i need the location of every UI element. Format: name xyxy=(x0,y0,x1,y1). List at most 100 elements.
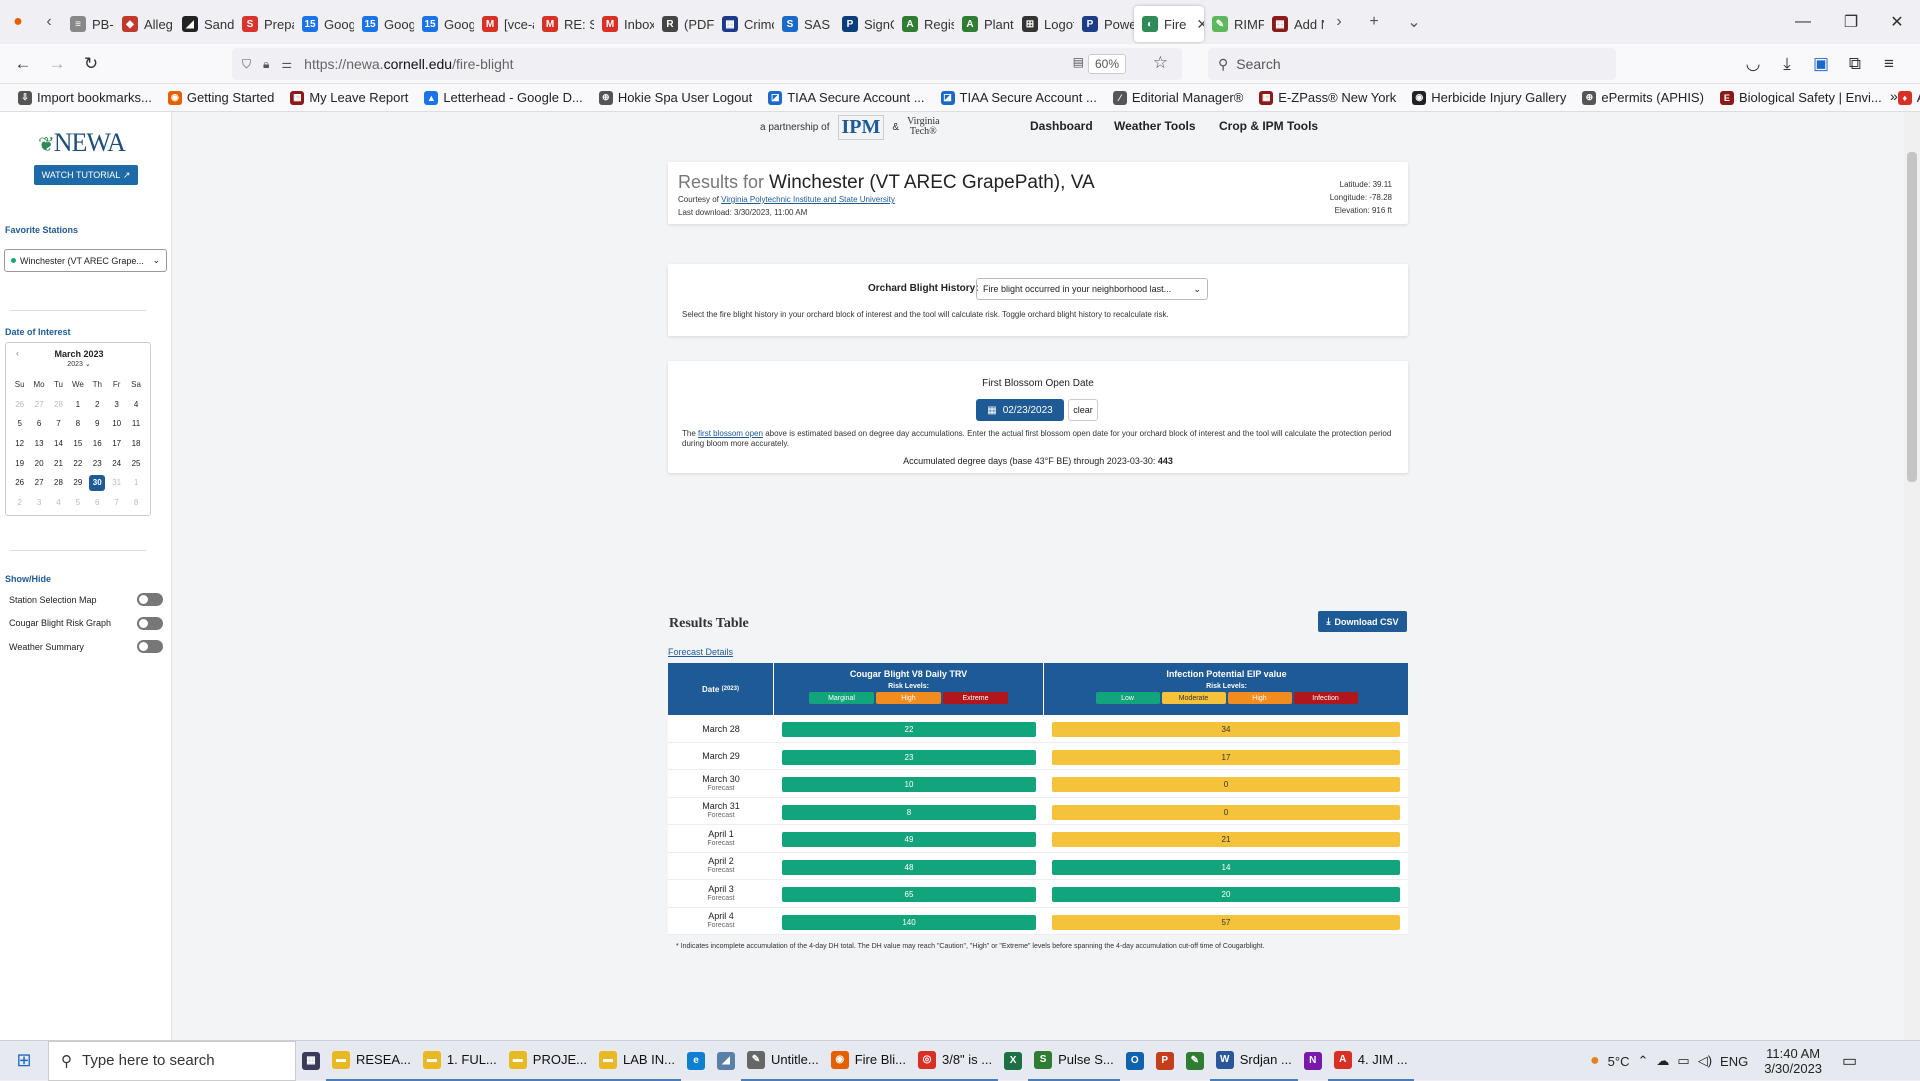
taskbar-app[interactable]: ▬ LAB IN... xyxy=(592,1041,681,1081)
bookmark-item[interactable]: ◪ TIAA Secure Account ... xyxy=(933,90,1105,105)
calendar-day[interactable]: 6 xyxy=(29,419,48,428)
calendar-day[interactable]: 22 xyxy=(68,459,87,468)
taskbar-app[interactable]: ◎ 3/8" is ... xyxy=(911,1041,999,1081)
firefox-menu-icon[interactable]: ● xyxy=(0,0,36,44)
screenshot-icon[interactable]: ▣ xyxy=(1804,48,1838,80)
browser-tab[interactable]: M Inbox xyxy=(594,6,654,42)
calendar-day[interactable]: 4 xyxy=(49,498,68,507)
calendar-day[interactable]: 16 xyxy=(88,439,107,448)
tab-scroll-right-icon[interactable]: › xyxy=(1324,0,1354,44)
nav-weather-tools[interactable]: Weather Tools xyxy=(1114,119,1196,133)
toggle-switch[interactable] xyxy=(137,616,163,630)
volume-icon[interactable]: ◁) xyxy=(1698,1053,1712,1069)
calendar-day[interactable]: 4 xyxy=(126,400,145,409)
browser-tab[interactable]: S SAS O xyxy=(774,6,834,42)
browser-tab[interactable]: ≡ PB- xyxy=(62,6,114,42)
taskbar-app[interactable]: X xyxy=(998,1041,1028,1081)
watch-tutorial-button[interactable]: WATCH TUTORIAL ↗ xyxy=(34,165,138,185)
calendar-day[interactable]: 23 xyxy=(88,459,107,468)
browser-tab[interactable]: ◢ Sandb xyxy=(174,6,234,42)
bookmark-star-icon[interactable]: ☆ xyxy=(1153,53,1168,73)
newa-logo[interactable]: ❦NEWA xyxy=(38,128,126,158)
bookmark-item[interactable]: ◉ Getting Started xyxy=(160,90,282,105)
browser-tab[interactable]: P Power xyxy=(1074,6,1134,42)
network-icon[interactable]: ▭ xyxy=(1677,1053,1689,1069)
calendar-day[interactable]: 8 xyxy=(68,419,87,428)
download-csv-button[interactable]: ⤓ Download CSV xyxy=(1318,611,1407,632)
first-blossom-open-link[interactable]: first blossom open xyxy=(698,429,763,438)
close-tab-icon[interactable]: ✕ xyxy=(1196,16,1204,33)
calendar-day[interactable]: 11 xyxy=(126,419,145,428)
calendar-day[interactable]: 30 xyxy=(88,474,107,491)
taskbar-app[interactable]: W Srdjan ... xyxy=(1209,1041,1298,1081)
calendar-day[interactable]: 15 xyxy=(68,439,87,448)
calendar-day[interactable]: 27 xyxy=(29,478,48,487)
calendar-day[interactable]: 3 xyxy=(29,498,48,507)
toggle-switch[interactable] xyxy=(137,640,163,653)
calendar-day[interactable]: 7 xyxy=(49,419,68,428)
reload-icon[interactable]: ↻ xyxy=(74,48,108,80)
taskbar-app[interactable]: ✎ Untitle... xyxy=(741,1041,825,1081)
calendar-day[interactable]: 5 xyxy=(68,498,87,507)
calendar-day[interactable]: 10 xyxy=(107,419,126,428)
downloads-icon[interactable]: ⤓ xyxy=(1770,48,1804,80)
browser-tab[interactable]: 15 Goog xyxy=(294,6,354,42)
browser-tab[interactable]: ◐ Fire ✕ xyxy=(1134,6,1204,42)
calendar-day[interactable]: 2 xyxy=(10,498,29,507)
back-icon[interactable]: ← xyxy=(6,48,40,80)
calendar-day[interactable]: 6 xyxy=(88,498,107,507)
virginia-tech-logo[interactable]: Virginia Tech® xyxy=(907,117,940,137)
zoom-level-badge[interactable]: 60% xyxy=(1087,54,1126,74)
clear-date-button[interactable]: clear xyxy=(1068,399,1098,421)
scrollbar-thumb[interactable] xyxy=(1907,152,1917,482)
calendar-day[interactable]: 28 xyxy=(49,400,68,409)
calendar-day[interactable]: 29 xyxy=(68,478,87,487)
calendar-year-select[interactable]: 2023 ⌄ xyxy=(6,360,152,368)
bookmark-item[interactable]: ⊕ ePermits (APHIS) xyxy=(1574,90,1712,105)
calendar-day[interactable]: 8 xyxy=(126,498,145,507)
orchard-history-select[interactable]: Fire blight occurred in your neighborhoo… xyxy=(976,278,1208,300)
calendar-day[interactable]: 2 xyxy=(88,400,107,409)
language-indicator[interactable]: ENG xyxy=(1720,1054,1748,1069)
taskbar-app[interactable]: A 4. JIM ... xyxy=(1327,1041,1414,1081)
bookmark-item[interactable]: ⁄ Editorial Manager® xyxy=(1105,90,1251,105)
toggle-switch[interactable] xyxy=(137,593,163,606)
calendar-day[interactable]: 9 xyxy=(88,419,107,428)
taskbar-app[interactable]: ▬ 1. FUL... xyxy=(416,1041,503,1081)
weather-temperature[interactable]: 5°C xyxy=(1608,1054,1630,1069)
taskbar-search-input[interactable]: ⚲ Type here to search xyxy=(48,1040,296,1081)
courtesy-link[interactable]: Virginia Polytechnic Institute and State… xyxy=(721,195,895,204)
browser-tab[interactable]: S Prepa xyxy=(234,6,294,42)
calendar-day[interactable]: 28 xyxy=(49,478,68,487)
calendar-day[interactable]: 18 xyxy=(126,439,145,448)
calendar-day[interactable]: 12 xyxy=(10,439,29,448)
calendar-day[interactable]: 7 xyxy=(107,498,126,507)
bookmark-item[interactable]: E Biological Safety | Envi... xyxy=(1712,90,1890,105)
list-tabs-icon[interactable]: ⌄ xyxy=(1394,0,1434,44)
extensions-icon[interactable]: ⧉ xyxy=(1838,48,1872,80)
taskbar-app[interactable]: S Pulse S... xyxy=(1028,1041,1120,1081)
taskbar-app[interactable]: e xyxy=(681,1041,711,1081)
nav-crop-ipm-tools[interactable]: Crop & IPM Tools xyxy=(1219,119,1318,133)
calendar-day[interactable]: 17 xyxy=(107,439,126,448)
taskbar-app[interactable]: N xyxy=(1298,1041,1328,1081)
station-select[interactable]: Winchester (VT AREC Grape... ⌄ xyxy=(4,249,167,272)
browser-tab[interactable]: M RE: SE xyxy=(534,6,594,42)
bookmark-item[interactable]: ▲ Letterhead - Google D... xyxy=(416,90,590,105)
calendar-day[interactable]: 21 xyxy=(49,459,68,468)
bookmark-item[interactable]: ▦ My Leave Report xyxy=(282,90,416,105)
taskbar-app[interactable]: P xyxy=(1150,1041,1180,1081)
browser-tab[interactable]: ▦ Add N xyxy=(1264,6,1324,42)
browser-tab[interactable]: ◆ Alleg xyxy=(114,6,174,42)
weather-sun-icon[interactable]: ● xyxy=(1590,1052,1600,1070)
menu-icon[interactable]: ≡ xyxy=(1872,48,1906,80)
ipm-logo[interactable]: IPM xyxy=(837,114,885,140)
calendar-day[interactable]: 26 xyxy=(10,478,29,487)
calendar-day[interactable]: 26 xyxy=(10,400,29,409)
browser-tab[interactable]: ✎ RIMPI xyxy=(1204,6,1264,42)
bookmark-item[interactable]: ◉ Herbicide Injury Gallery xyxy=(1404,90,1574,105)
windows-start-icon[interactable]: ⊞ xyxy=(0,1041,48,1081)
calendar-day[interactable]: 31 xyxy=(107,478,126,487)
taskbar-app[interactable]: ▬ RESEA... xyxy=(326,1041,417,1081)
calendar-day[interactable]: 14 xyxy=(49,439,68,448)
